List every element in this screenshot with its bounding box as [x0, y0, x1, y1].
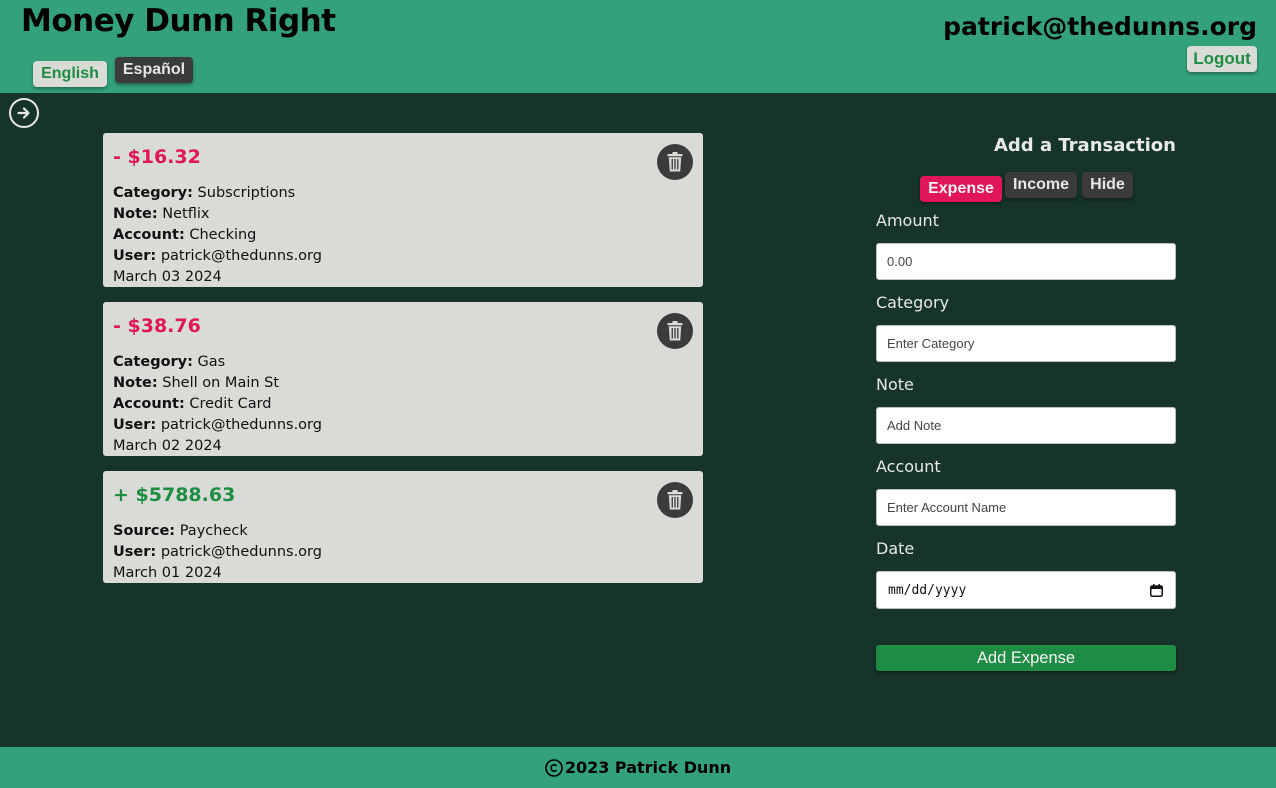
note-input[interactable] — [876, 407, 1176, 444]
transaction-details: Category: Subscriptions Note: Netflix Ac… — [113, 183, 322, 287]
date-input[interactable]: mm/dd/yyyy — [876, 571, 1176, 609]
transaction-amount: + $5788.63 — [113, 484, 236, 506]
category-label: Category — [876, 293, 950, 312]
date-placeholder: mm/dd/yyyy — [888, 582, 967, 598]
app-title: Money Dunn Right — [21, 3, 336, 39]
copyright-icon — [545, 758, 563, 777]
note-label: Note — [876, 375, 914, 394]
arrow-right-circle-icon — [17, 107, 30, 119]
transaction-date: March 02 2024 — [113, 438, 222, 454]
transaction-date: March 01 2024 — [113, 565, 222, 581]
detail-row: Note: Shell on Main St — [113, 375, 280, 391]
detail-row: Category: Gas — [113, 354, 226, 370]
transaction-date: March 03 2024 — [113, 269, 222, 285]
detail-row: User: patrick@thedunns.org — [113, 544, 322, 560]
transaction-card: - $16.32 Category: Subscriptions Note: N… — [103, 133, 703, 287]
delete-transaction-button[interactable] — [657, 144, 693, 180]
detail-row: User: patrick@thedunns.org — [113, 248, 322, 264]
detail-row: Note: Netflix — [113, 206, 210, 222]
transaction-card: + $5788.63 Source: Paycheck User: patric… — [103, 471, 703, 583]
app-footer: 2023 Patrick Dunn — [0, 747, 1276, 788]
amount-input[interactable] — [876, 243, 1176, 280]
amount-label: Amount — [876, 211, 939, 230]
transaction-details: Category: Gas Note: Shell on Main St Acc… — [113, 352, 322, 456]
transaction-details: Source: Paycheck User: patrick@thedunns.… — [113, 521, 322, 583]
expense-type-button[interactable]: Expense — [920, 176, 1002, 202]
trash-icon — [667, 490, 683, 510]
category-input[interactable] — [876, 325, 1176, 362]
user-email: patrick@thedunns.org — [943, 12, 1257, 41]
detail-row: Category: Subscriptions — [113, 185, 296, 201]
transaction-card: - $38.76 Category: Gas Note: Shell on Ma… — [103, 302, 703, 456]
logout-button[interactable]: Logout — [1187, 46, 1257, 72]
add-expense-button[interactable]: Add Expense — [876, 645, 1176, 671]
detail-row: Account: Checking — [113, 227, 257, 243]
account-label: Account — [876, 457, 941, 476]
copyright: 2023 Patrick Dunn — [545, 758, 731, 777]
calendar-icon[interactable] — [1150, 583, 1163, 597]
delete-transaction-button[interactable] — [657, 313, 693, 349]
detail-row: User: patrick@thedunns.org — [113, 417, 322, 433]
trash-icon — [667, 321, 683, 341]
delete-transaction-button[interactable] — [657, 482, 693, 518]
copyright-text: 2023 Patrick Dunn — [564, 758, 732, 777]
trash-icon — [667, 152, 683, 172]
form-title: Add a Transaction — [993, 135, 1176, 156]
language-spanish-button[interactable]: Español — [115, 57, 193, 83]
transaction-amount: - $38.76 — [113, 315, 201, 337]
sidebar-toggle-button[interactable] — [9, 98, 39, 128]
detail-row: Source: Paycheck — [113, 523, 248, 539]
language-english-button[interactable]: English — [33, 61, 107, 87]
hide-form-button[interactable]: Hide — [1082, 172, 1133, 198]
app-header: Money Dunn Right English Español patrick… — [0, 0, 1276, 93]
account-input[interactable] — [876, 489, 1176, 526]
detail-row: Account: Credit Card — [113, 396, 272, 412]
transaction-amount: - $16.32 — [113, 146, 201, 168]
income-type-button[interactable]: Income — [1005, 172, 1077, 198]
date-label: Date — [876, 539, 915, 558]
